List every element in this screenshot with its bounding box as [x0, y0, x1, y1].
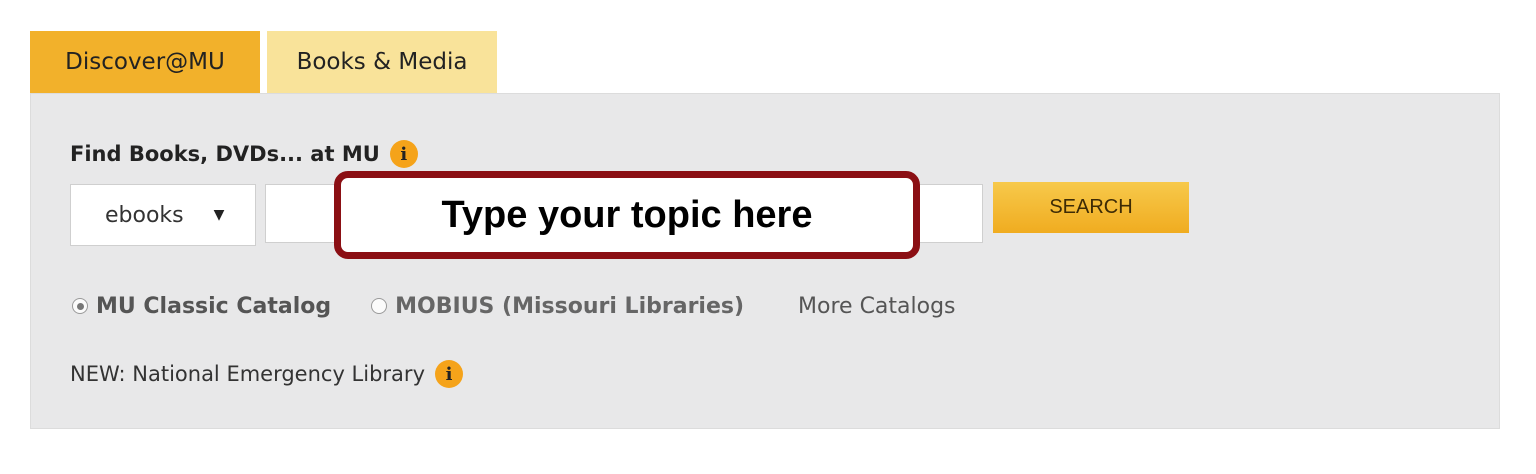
callout-annotation: Type your topic here: [334, 171, 920, 259]
radio-mu-classic-label: MU Classic Catalog: [96, 293, 332, 319]
info-icon[interactable]: i: [389, 140, 418, 168]
tab-books-media[interactable]: Books & Media: [267, 31, 497, 93]
radio-unselected-icon: [371, 298, 388, 314]
tab-discover-mu[interactable]: Discover@MU: [30, 31, 260, 93]
search-heading: Find Books, DVDs... at MU i: [70, 140, 418, 168]
radio-mu-classic[interactable]: MU Classic Catalog: [72, 294, 331, 319]
search-heading-text: Find Books, DVDs... at MU: [70, 142, 380, 166]
info-icon[interactable]: i: [435, 360, 463, 388]
format-select-value: ebooks: [105, 202, 184, 228]
radio-mobius[interactable]: MOBIUS (Missouri Libraries): [371, 294, 744, 319]
search-tabs: Discover@MU Books & Media: [30, 31, 497, 93]
catalog-options: MU Classic Catalog MOBIUS (Missouri Libr…: [72, 288, 956, 324]
more-catalogs-link[interactable]: More Catalogs: [798, 294, 955, 319]
notice-row: NEW: National Emergency Library i: [70, 360, 463, 388]
notice-text[interactable]: NEW: National Emergency Library: [70, 362, 425, 386]
chevron-down-icon: ▼: [213, 207, 225, 223]
radio-selected-icon: [72, 298, 88, 314]
radio-mobius-label: MOBIUS (Missouri Libraries): [395, 293, 745, 319]
search-button[interactable]: SEARCH: [993, 182, 1189, 233]
format-select[interactable]: ebooks ▼: [70, 184, 256, 246]
